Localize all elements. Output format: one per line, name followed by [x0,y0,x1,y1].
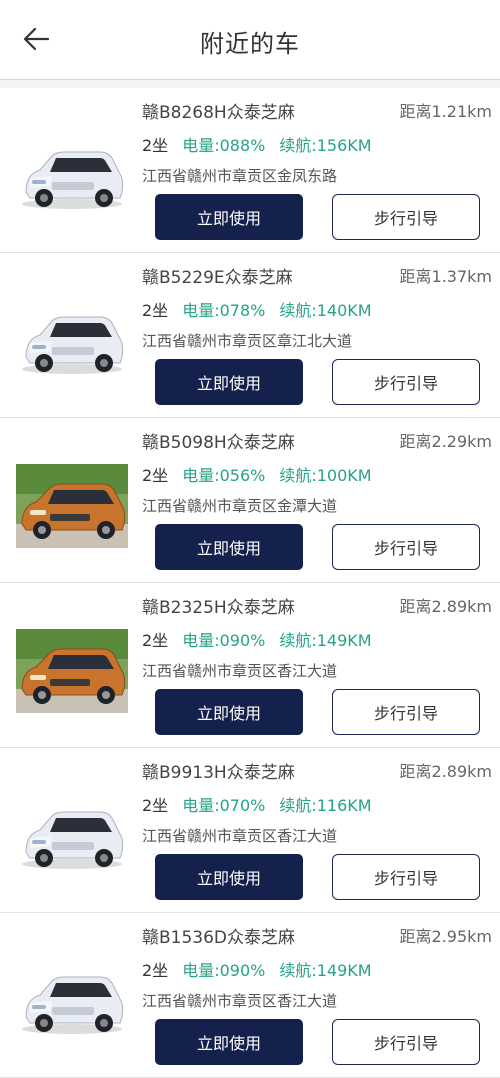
app-header: 附近的车 [0,0,500,80]
car-plate-model: 赣B5098H众泰芝麻 [142,433,295,453]
car-distance: 距离2.95km [399,927,492,946]
car-specs: 2坐 电量:070% 续航:116KM [142,792,372,816]
use-now-button[interactable]: 立即使用 [155,524,303,570]
car-list-item: 赣B1536D众泰芝麻 距离2.95km 2坐 电量:090% 续航:149KM 江… [0,913,500,1078]
car-address: 江西省赣州市章贡区香江大道 [142,827,338,845]
car-specs: 2坐 电量:088% 续航:156KM [142,132,372,156]
car-range: 续航:156KM [279,136,372,155]
car-thumbnail-image [22,811,124,869]
walk-guide-button[interactable]: 步行引导 [332,689,480,735]
car-specs: 2坐 电量:056% 续航:100KM [142,462,372,486]
car-range: 续航:100KM [279,466,372,485]
car-list-item: 赣B8268H众泰芝麻 距离1.21km 2坐 电量:088% 续航:156KM 江… [0,88,500,253]
car-battery: 电量:090% [182,631,266,650]
car-battery: 电量:070% [182,796,266,815]
car-seats: 2坐 [142,796,169,815]
car-distance: 距离2.89km [399,597,492,616]
car-distance: 距离2.89km [399,762,492,781]
car-range: 续航:149KM [279,961,372,980]
car-battery: 电量:088% [182,136,266,155]
car-distance: 距离2.29km [399,432,492,451]
car-seats: 2坐 [142,631,169,650]
use-now-button[interactable]: 立即使用 [155,689,303,735]
car-range: 续航:140KM [279,301,372,320]
use-now-button[interactable]: 立即使用 [155,359,303,405]
car-list: 赣B8268H众泰芝麻 距离1.21km 2坐 电量:088% 续航:156KM 江… [0,88,500,1078]
car-specs: 2坐 电量:078% 续航:140KM [142,297,372,321]
walk-guide-button[interactable]: 步行引导 [332,194,480,240]
car-range: 续航:116KM [279,796,372,815]
car-seats: 2坐 [142,466,169,485]
car-address: 江西省赣州市章贡区香江大道 [142,992,338,1010]
car-plate-model: 赣B1536D众泰芝麻 [142,928,296,948]
car-seats: 2坐 [142,136,169,155]
car-list-item: 赣B5098H众泰芝麻 距离2.29km 2坐 电量:056% 续航:100KM 江… [0,418,500,583]
car-battery: 电量:078% [182,301,266,320]
car-distance: 距离1.21km [399,102,492,121]
car-distance: 距离1.37km [399,267,492,286]
car-plate-model: 赣B8268H众泰芝麻 [142,103,295,123]
use-now-button[interactable]: 立即使用 [155,194,303,240]
walk-guide-button[interactable]: 步行引导 [332,854,480,900]
car-thumbnail-image [22,316,124,374]
car-plate-model: 赣B2325H众泰芝麻 [142,598,295,618]
car-plate-model: 赣B5229E众泰芝麻 [142,268,293,288]
car-thumbnail-image [16,629,128,713]
walk-guide-button[interactable]: 步行引导 [332,359,480,405]
car-thumbnail-image [22,976,124,1034]
car-list-item: 赣B2325H众泰芝麻 距离2.89km 2坐 电量:090% 续航:149KM 江… [0,583,500,748]
car-address: 江西省赣州市章贡区章江北大道 [142,332,353,350]
car-thumbnail-image [16,464,128,548]
car-list-item: 赣B9913H众泰芝麻 距离2.89km 2坐 电量:070% 续航:116KM 江… [0,748,500,913]
walk-guide-button[interactable]: 步行引导 [332,524,480,570]
car-address: 江西省赣州市章贡区金凤东路 [142,167,338,185]
car-list-item: 赣B5229E众泰芝麻 距离1.37km 2坐 电量:078% 续航:140KM 江… [0,253,500,418]
car-battery: 电量:090% [182,961,266,980]
car-address: 江西省赣州市章贡区金潭大道 [142,497,338,515]
car-seats: 2坐 [142,301,169,320]
car-specs: 2坐 电量:090% 续航:149KM [142,957,372,981]
car-battery: 电量:056% [182,466,266,485]
car-range: 续航:149KM [279,631,372,650]
car-seats: 2坐 [142,961,169,980]
car-specs: 2坐 电量:090% 续航:149KM [142,627,372,651]
car-address: 江西省赣州市章贡区香江大道 [142,662,338,680]
car-thumbnail-image [22,151,124,209]
use-now-button[interactable]: 立即使用 [155,1019,303,1065]
use-now-button[interactable]: 立即使用 [155,854,303,900]
walk-guide-button[interactable]: 步行引导 [332,1019,480,1065]
car-plate-model: 赣B9913H众泰芝麻 [142,763,295,783]
page-title: 附近的车 [200,30,300,58]
